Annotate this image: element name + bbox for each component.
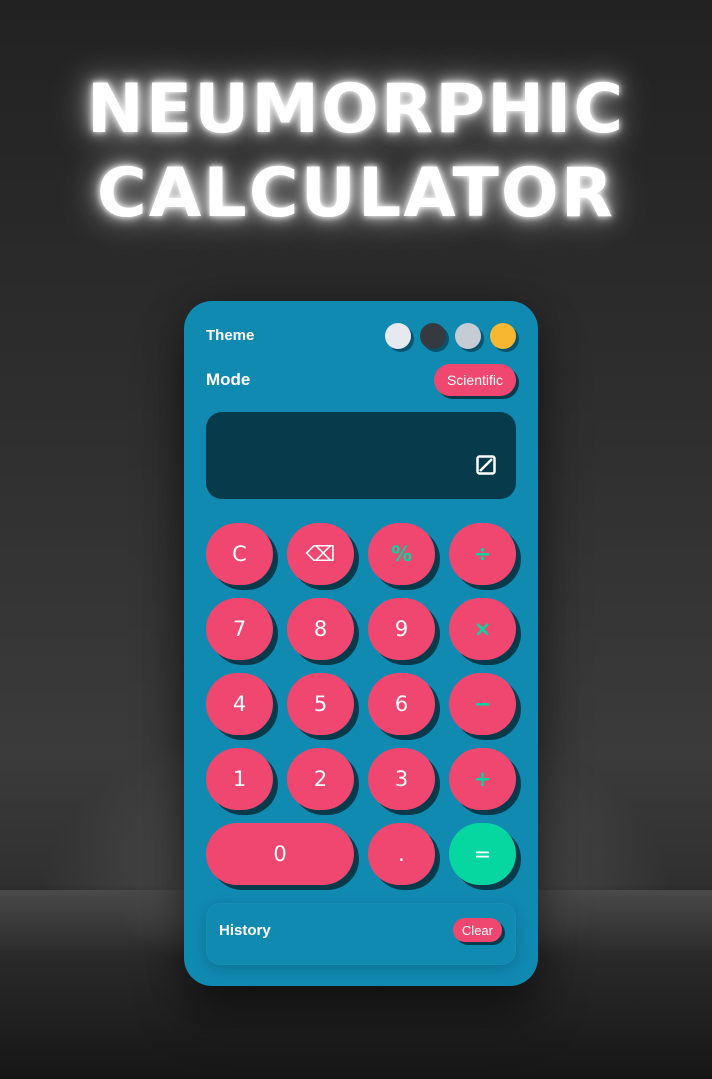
- theme-label: Theme: [206, 327, 255, 344]
- theme-swatches: [385, 323, 516, 349]
- keypad: C ⌫ % ÷ 7 8 9 × 4 5 6 − 1 2 3 + 0 . =: [206, 523, 516, 885]
- theme-swatch-silver[interactable]: [455, 323, 481, 349]
- history-panel: History Clear: [206, 903, 516, 965]
- digit-3-key[interactable]: 3: [368, 748, 435, 810]
- digit-1-key[interactable]: 1: [206, 748, 273, 810]
- history-label: History: [219, 922, 271, 939]
- digit-5-key[interactable]: 5: [287, 673, 354, 735]
- clear-key[interactable]: C: [206, 523, 273, 585]
- title-line-1: NEUMORPHIC: [86, 70, 626, 149]
- percent-key[interactable]: %: [368, 523, 435, 585]
- equals-key[interactable]: =: [449, 823, 516, 885]
- digit-6-key[interactable]: 6: [368, 673, 435, 735]
- theme-swatch-yellow[interactable]: [490, 323, 516, 349]
- digit-4-key[interactable]: 4: [206, 673, 273, 735]
- page-title: NEUMORPHIC CALCULATOR: [0, 68, 712, 236]
- backspace-key[interactable]: ⌫: [287, 523, 354, 585]
- theme-swatch-dark[interactable]: [420, 323, 446, 349]
- calculator: Theme Mode Scientific C ⌫ % ÷ 7 8 9 × 4 …: [184, 301, 538, 986]
- digit-2-key[interactable]: 2: [287, 748, 354, 810]
- digit-7-key[interactable]: 7: [206, 598, 273, 660]
- divide-key[interactable]: ÷: [449, 523, 516, 585]
- decimal-key[interactable]: .: [368, 823, 435, 885]
- toggle-icon[interactable]: [476, 455, 496, 475]
- clear-history-button[interactable]: Clear: [452, 918, 502, 942]
- mode-label: Mode: [206, 370, 251, 389]
- title-line-2: CALCULATOR: [96, 154, 616, 233]
- scientific-mode-button[interactable]: Scientific: [433, 364, 516, 396]
- digit-0-key[interactable]: 0: [206, 823, 354, 885]
- digit-8-key[interactable]: 8: [287, 598, 354, 660]
- minus-key[interactable]: −: [449, 673, 516, 735]
- theme-swatch-light[interactable]: [385, 323, 411, 349]
- calculator-display: [206, 412, 516, 499]
- multiply-key[interactable]: ×: [449, 598, 516, 660]
- plus-key[interactable]: +: [449, 748, 516, 810]
- digit-9-key[interactable]: 9: [368, 598, 435, 660]
